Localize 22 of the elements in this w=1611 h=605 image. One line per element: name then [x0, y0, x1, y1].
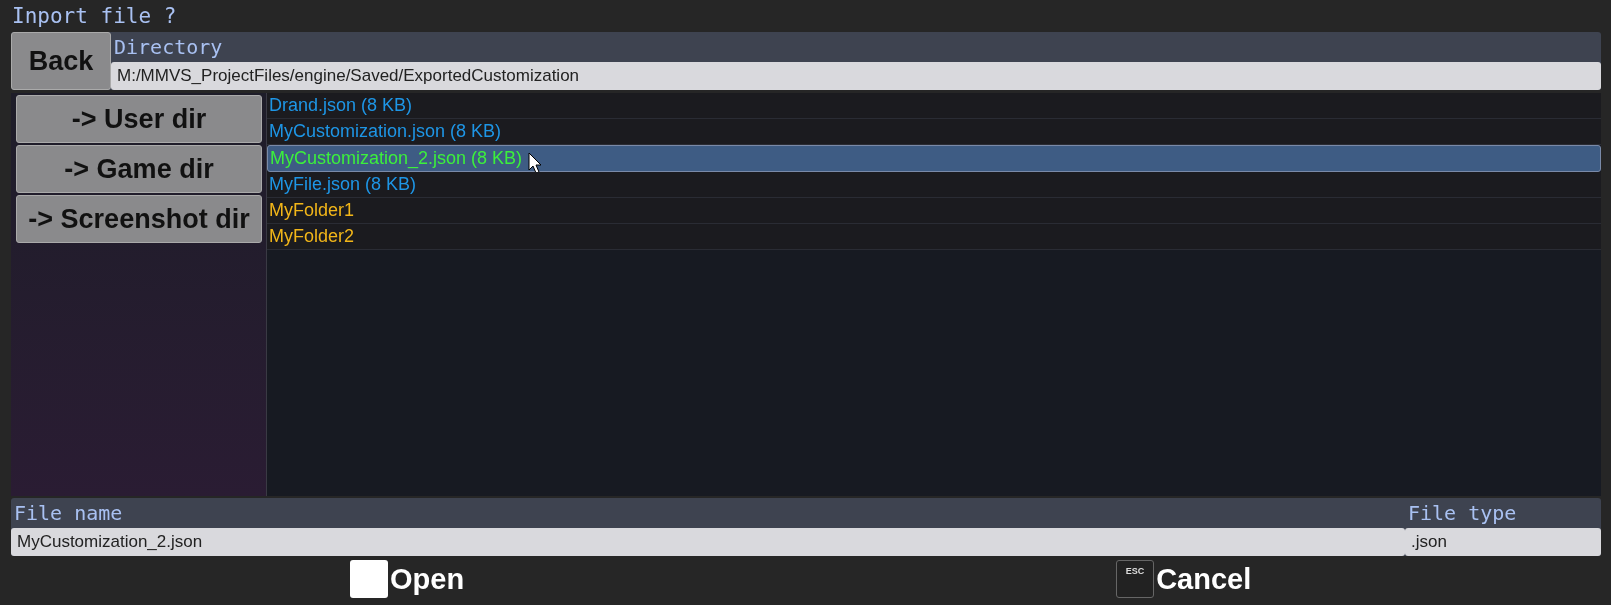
directory-field[interactable]: M:/MMVS_ProjectFiles/engine/Saved/ExportedCustomization: [111, 62, 1601, 90]
directory-label: Directory: [114, 35, 223, 59]
file-name-label: File name: [14, 501, 123, 525]
file-item[interactable]: MyCustomization.json (8 KB): [267, 119, 1601, 145]
file-name-field[interactable]: MyCustomization_2.json: [11, 528, 1405, 556]
file-item[interactable]: Drand.json (8 KB): [267, 93, 1601, 119]
dialog-title: Inport file ?: [11, 3, 178, 30]
folder-item[interactable]: MyFolder1: [267, 198, 1601, 224]
shortcut-button[interactable]: -> Game dir: [16, 145, 262, 193]
mouse-cursor-icon: [528, 152, 543, 174]
folder-item[interactable]: MyFolder2: [267, 224, 1601, 250]
file-item[interactable]: MyFile.json (8 KB): [267, 172, 1601, 198]
open-button[interactable]: Open: [390, 562, 465, 596]
file-type-field[interactable]: .json: [1405, 528, 1601, 556]
key-cap-icon: [350, 560, 388, 598]
shortcut-button[interactable]: -> Screenshot dir: [16, 195, 262, 243]
back-button[interactable]: Back: [11, 32, 111, 90]
key-cap: ESC: [1116, 560, 1155, 598]
file-type-label: File type: [1408, 501, 1517, 525]
file-item[interactable]: MyCustomization_2.json (8 KB): [267, 145, 1601, 172]
shortcut-button[interactable]: -> User dir: [16, 95, 262, 143]
cancel-button[interactable]: Cancel: [1156, 562, 1252, 596]
